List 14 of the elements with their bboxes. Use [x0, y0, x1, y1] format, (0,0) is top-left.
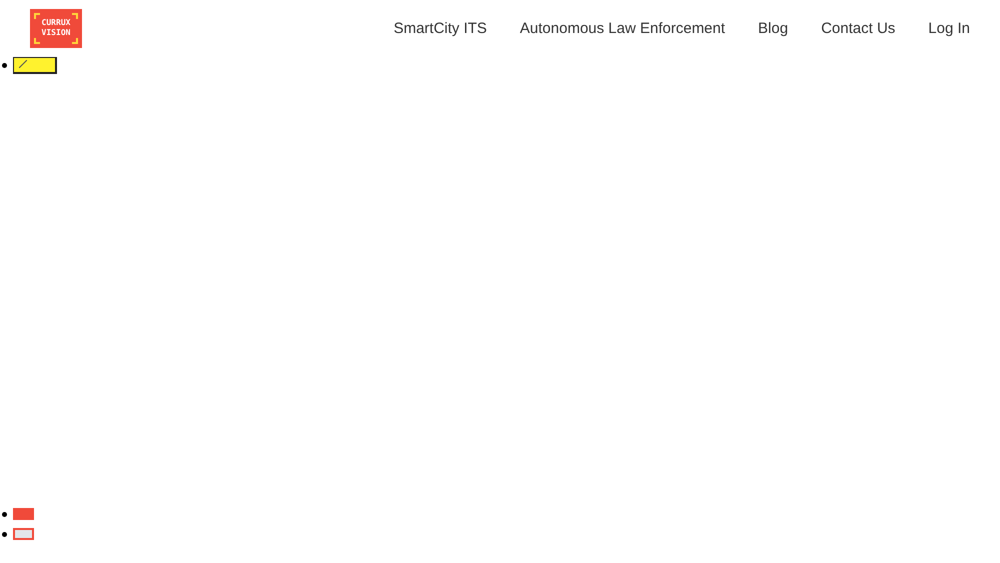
list-bullet	[2, 63, 7, 68]
nav-link[interactable]: Contact Us	[821, 20, 896, 36]
nav-link[interactable]: Log In	[928, 20, 970, 36]
list-bullet	[2, 512, 7, 516]
nav-link[interactable]: SmartCity ITS	[394, 20, 487, 36]
nav-link[interactable]: Autonomous Law Enforcement	[520, 20, 726, 36]
logo-text: CURRUX	[42, 18, 70, 28]
logo[interactable]: CURRUX VISION	[30, 8, 82, 48]
menu-button[interactable]	[13, 57, 57, 74]
logo-text: VISION	[42, 28, 70, 38]
slash-icon	[19, 60, 27, 68]
list-bullet	[2, 532, 7, 536]
nav-link[interactable]: Blog	[758, 20, 788, 36]
frame-corners-icon	[34, 12, 78, 44]
